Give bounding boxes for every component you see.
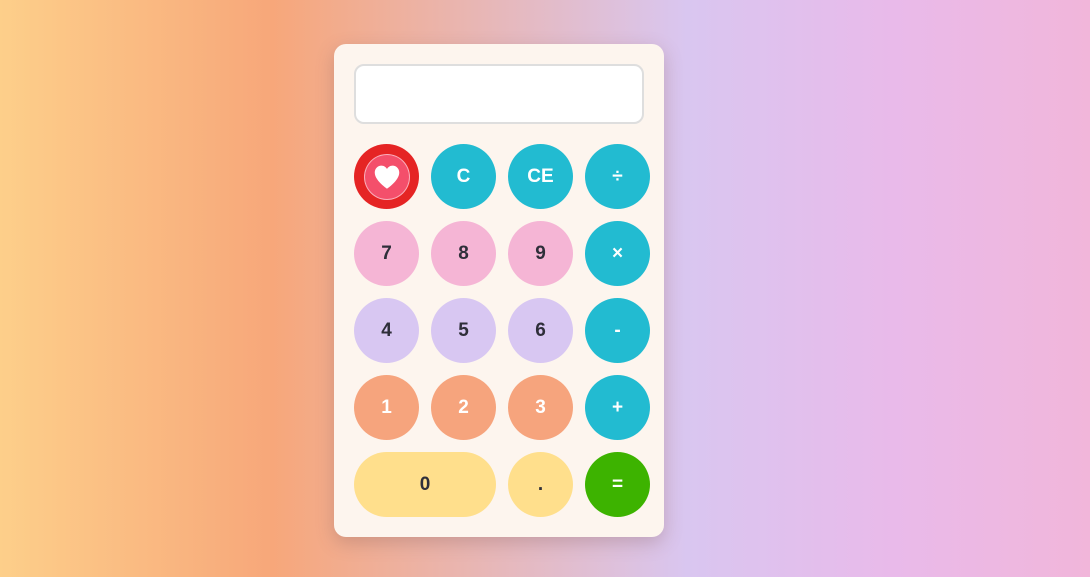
multiply-button[interactable]: × [585,221,650,286]
digit-9-button[interactable]: 9 [508,221,573,286]
add-button[interactable]: + [585,375,650,440]
decimal-button[interactable]: . [508,452,573,517]
digit-1-button[interactable]: 1 [354,375,419,440]
digit-0-button[interactable]: 0 [354,452,496,517]
digit-4-button[interactable]: 4 [354,298,419,363]
digit-7-button[interactable]: 7 [354,221,419,286]
digit-5-button[interactable]: 5 [431,298,496,363]
digit-8-button[interactable]: 8 [431,221,496,286]
digit-2-button[interactable]: 2 [431,375,496,440]
heart-button[interactable] [354,144,419,209]
clear-entry-button[interactable]: CE [508,144,573,209]
subtract-button[interactable]: - [585,298,650,363]
equals-button[interactable]: = [585,452,650,517]
divide-button[interactable]: ÷ [585,144,650,209]
calculator-display[interactable] [354,64,644,124]
heart-icon-badge [363,153,410,200]
digit-3-button[interactable]: 3 [508,375,573,440]
calculator: C CE ÷ 7 8 9 × 4 5 6 - 1 2 3 + 0 . = [334,44,664,537]
heart-icon [374,165,399,189]
digit-6-button[interactable]: 6 [508,298,573,363]
clear-button[interactable]: C [431,144,496,209]
